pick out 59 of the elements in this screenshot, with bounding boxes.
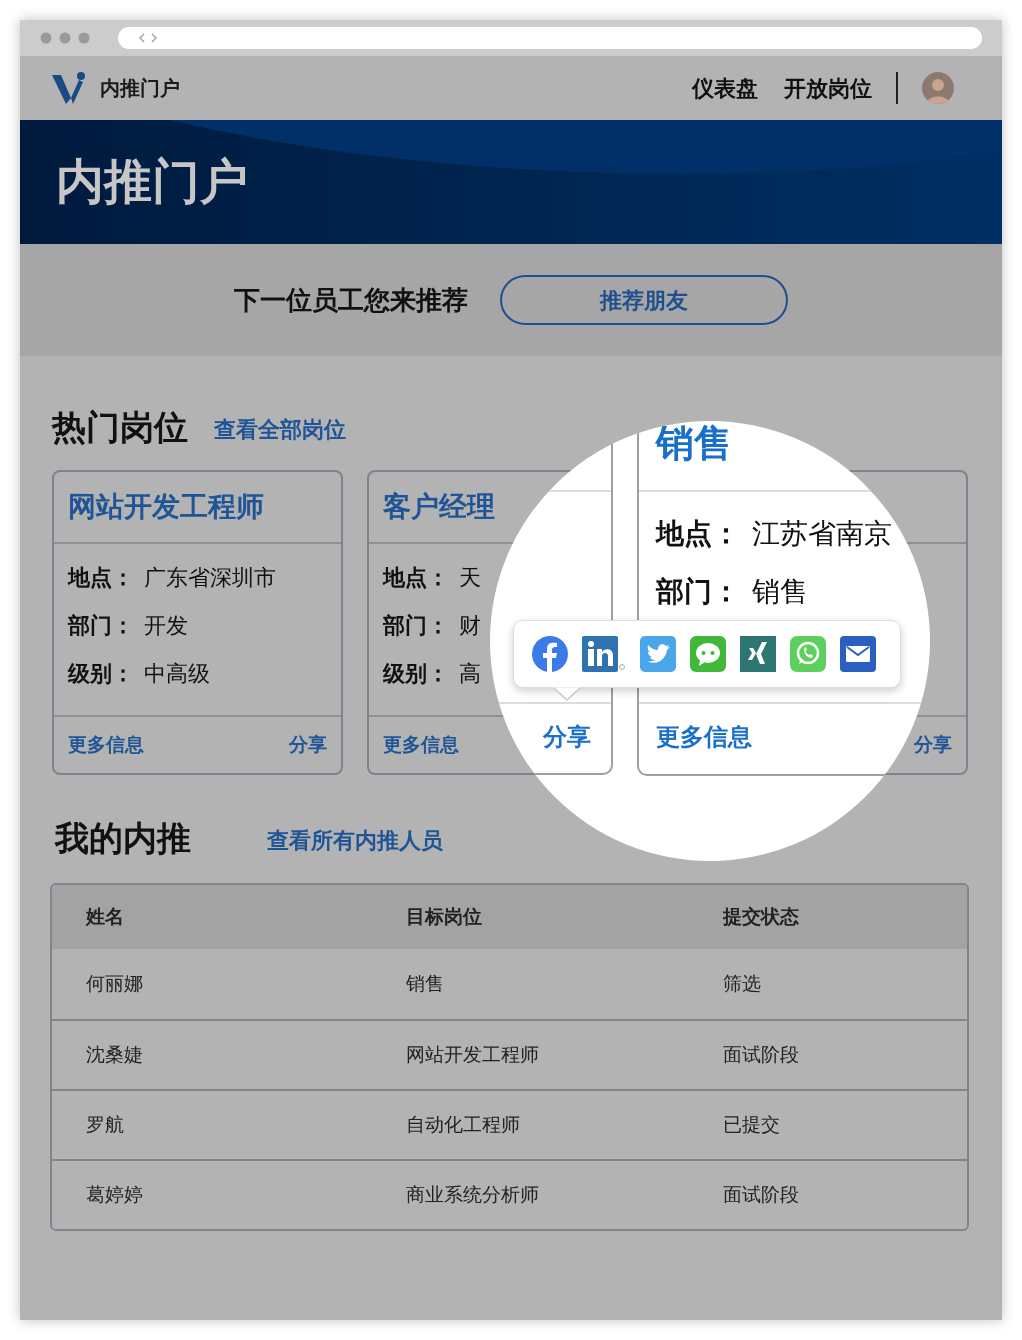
- field-label: 地点：: [383, 563, 449, 592]
- view-all-jobs-link[interactable]: 查看全部岗位: [214, 412, 346, 448]
- table-cell-text: 筛选: [723, 971, 762, 996]
- share-link[interactable]: 分享: [543, 721, 591, 753]
- table-cell-text: 已提交: [723, 1112, 781, 1137]
- field-label: 地点：: [656, 517, 740, 551]
- field-label: 部门：: [383, 611, 449, 640]
- refer-friend-button[interactable]: 推荐朋友: [500, 275, 788, 325]
- mail-icon[interactable]: [840, 636, 876, 672]
- call-to-action-text: 下一位员工您来推荐: [234, 283, 468, 317]
- table-cell-text: 网站开发工程师: [406, 1042, 540, 1067]
- field-value: 财: [459, 611, 481, 640]
- field-value: 高: [459, 659, 481, 688]
- column-header: 姓名: [86, 904, 125, 929]
- facebook-icon[interactable]: [532, 636, 568, 672]
- field-value: 广东省深圳市: [144, 563, 276, 592]
- more-info-link[interactable]: 更多信息: [656, 721, 752, 753]
- field-label: 部门：: [68, 611, 134, 640]
- field-value: 开发: [144, 611, 188, 640]
- table-cell-text: 销售: [406, 971, 445, 996]
- window-controls-icon: [40, 32, 92, 44]
- job-card-title[interactable]: 网站开发工程师: [68, 486, 264, 528]
- more-info-link[interactable]: 更多信息: [383, 730, 459, 760]
- whatsapp-icon[interactable]: [790, 636, 826, 672]
- back-forward-icon[interactable]: [138, 33, 158, 43]
- job-card-title[interactable]: 销售: [656, 421, 732, 466]
- section-heading: 热门岗位: [52, 407, 188, 448]
- field-value: 天: [459, 563, 481, 592]
- field-label: 地点：: [68, 563, 134, 592]
- nav-link[interactable]: 开放岗位: [784, 71, 872, 105]
- share-link[interactable]: 分享: [289, 730, 327, 760]
- nav-link[interactable]: 仪表盘: [692, 71, 758, 105]
- section-heading: 我的内推: [55, 818, 191, 859]
- field-value: 江苏省南京: [752, 517, 892, 551]
- column-header: 目标岗位: [406, 904, 483, 929]
- linkedin-icon[interactable]: [582, 636, 626, 672]
- table-cell-text: 商业系统分析师: [406, 1182, 540, 1207]
- more-info-link[interactable]: 更多信息: [68, 730, 144, 760]
- chat-icon[interactable]: [690, 636, 726, 672]
- logo-icon[interactable]: [52, 72, 86, 104]
- table-cell-text: 罗航: [86, 1112, 125, 1137]
- view-all-referrals-link[interactable]: 查看所有内推人员: [267, 823, 443, 859]
- table-cell-text: 何丽娜: [86, 971, 144, 996]
- field-value: 中高级: [144, 659, 210, 688]
- field-value: 销售: [752, 575, 808, 609]
- table-cell-text: 面试阶段: [723, 1182, 800, 1207]
- brand-name: 内推门户: [100, 76, 180, 101]
- table-cell-text: 葛婷婷: [86, 1182, 144, 1207]
- field-label: 级别：: [383, 659, 449, 688]
- field-label: 级别：: [68, 659, 134, 688]
- twitter-icon[interactable]: [640, 636, 676, 672]
- avatar[interactable]: [922, 72, 954, 104]
- table-cell-text: 面试阶段: [723, 1042, 800, 1067]
- hero-title: 内推门户: [56, 154, 248, 210]
- table-cell-text: 自动化工程师: [406, 1112, 521, 1137]
- table-cell-text: 沈桑婕: [86, 1042, 144, 1067]
- field-label: 部门：: [656, 575, 740, 609]
- xing-icon[interactable]: [740, 636, 776, 672]
- column-header: 提交状态: [723, 904, 800, 929]
